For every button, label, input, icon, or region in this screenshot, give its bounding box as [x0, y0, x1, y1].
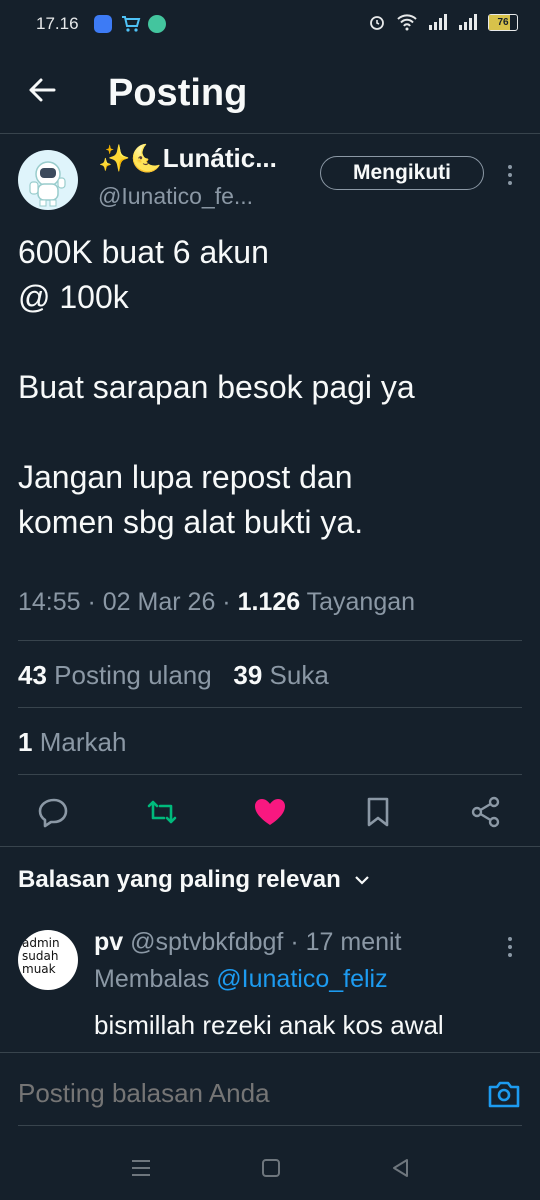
- home-square-icon: [262, 1159, 280, 1177]
- back-nav-button[interactable]: [386, 1155, 416, 1181]
- author-handle[interactable]: @Iunatico_fe...: [98, 183, 253, 210]
- status-indicators: 76: [368, 13, 518, 31]
- replies-sort-label: Balasan yang paling relevan: [18, 866, 341, 893]
- bookmarks-stat[interactable]: 1 Markah: [18, 727, 126, 758]
- alarm-icon: [370, 16, 384, 30]
- post-meta: 14:55 · 02 Mar 26 · 1.126 Tayangan: [18, 588, 416, 616]
- reply-avatar[interactable]: admin sudah muak: [18, 930, 78, 990]
- camera-button[interactable]: [486, 1078, 522, 1110]
- back-arrow-icon: [29, 78, 56, 102]
- following-button[interactable]: Mengikuti: [320, 156, 484, 190]
- composer-divider: [0, 1052, 540, 1053]
- share-icon: [471, 796, 500, 828]
- home-button[interactable]: [256, 1155, 286, 1181]
- page-title: Posting: [108, 72, 248, 114]
- replies-sort-dropdown[interactable]: Balasan yang paling relevan: [18, 866, 371, 894]
- chat-notification-icon: [148, 15, 166, 33]
- reposts-count: 43: [18, 660, 47, 690]
- replying-to: Membalas @Iunatico_feliz: [94, 965, 388, 994]
- status-bar: 17.16 76: [0, 0, 540, 48]
- reply-avatar-line-2: sudah: [22, 949, 59, 963]
- battery-level: 76: [497, 16, 509, 28]
- likes-count: 39: [233, 660, 263, 690]
- reply-more-button[interactable]: [498, 932, 522, 962]
- status-time: 17.16: [36, 14, 79, 33]
- engagement-stats: 43 Posting ulang 39 Suka: [18, 660, 329, 691]
- heart-filled-icon: [255, 799, 285, 825]
- reply-input[interactable]: [18, 1078, 478, 1109]
- more-vertical-icon: [508, 937, 512, 957]
- reply-avatar-line-3: muak: [22, 962, 56, 976]
- post-date: 02 Mar 26: [102, 588, 216, 616]
- recents-button[interactable]: [126, 1155, 156, 1181]
- reply-avatar-text: admin sudah muak: [22, 937, 60, 976]
- repost-icon: [147, 800, 177, 824]
- reposts-label: Posting ulang: [54, 660, 212, 690]
- reposts-stat[interactable]: 43 Posting ulang: [18, 660, 212, 690]
- likes-label: Suka: [269, 660, 329, 690]
- header-divider: [0, 133, 540, 134]
- views-count: 1.126: [237, 588, 301, 616]
- post-more-button[interactable]: [498, 158, 522, 192]
- cart-notification-icon: [120, 14, 142, 39]
- reply-avatar-line-1: admin: [22, 936, 60, 950]
- reply-icon: [38, 798, 68, 828]
- post-time: 14:55: [18, 588, 81, 616]
- signal-icon: [429, 14, 447, 30]
- bookmarks-label: Markah: [39, 727, 127, 757]
- composer-underline: [18, 1125, 522, 1126]
- back-button[interactable]: [26, 72, 58, 108]
- likes-stat[interactable]: 39 Suka: [233, 660, 328, 690]
- menu-icon: [132, 1160, 150, 1176]
- reply-button[interactable]: [34, 792, 74, 832]
- replying-to-link[interactable]: @Iunatico_feliz: [216, 965, 387, 993]
- author-avatar[interactable]: [18, 150, 78, 210]
- signal-icon-2: [459, 14, 477, 30]
- battery-icon: 76: [488, 13, 518, 31]
- reply-author-handle[interactable]: @sptvbkfdbgf: [130, 928, 283, 956]
- reply-header: pv @sptvbkfdbgf · 17 menit: [94, 928, 402, 956]
- astronaut-icon: [29, 161, 66, 207]
- author-name[interactable]: ✨🌜Lunátic...: [98, 143, 277, 174]
- more-vertical-icon: [508, 165, 512, 185]
- replying-label: Membalas: [94, 965, 210, 993]
- bookmarks-divider: [18, 774, 522, 775]
- stats-divider: [18, 707, 522, 708]
- bookmark-icon: [367, 797, 389, 827]
- reply-author-name[interactable]: pv: [94, 928, 123, 956]
- bookmarks-count: 1: [18, 727, 33, 757]
- camera-icon: [488, 1081, 520, 1108]
- repost-button[interactable]: [142, 792, 182, 832]
- app-notification-icon: [94, 15, 112, 33]
- reply-time: 17 menit: [305, 928, 402, 956]
- post-text: 600K buat 6 akun @ 100k Buat sarapan bes…: [18, 234, 415, 540]
- reply-text: bismillah rezeki anak kos awal: [94, 1010, 444, 1040]
- share-button[interactable]: [466, 792, 506, 832]
- like-button[interactable]: [250, 792, 290, 832]
- wifi-icon: [397, 14, 417, 31]
- actions-divider: [0, 846, 540, 847]
- bookmark-button[interactable]: [358, 792, 398, 832]
- back-triangle-icon: [393, 1159, 408, 1177]
- meta-divider: [18, 640, 522, 641]
- chevron-down-icon: [355, 876, 370, 885]
- views-label: Tayangan: [306, 588, 416, 616]
